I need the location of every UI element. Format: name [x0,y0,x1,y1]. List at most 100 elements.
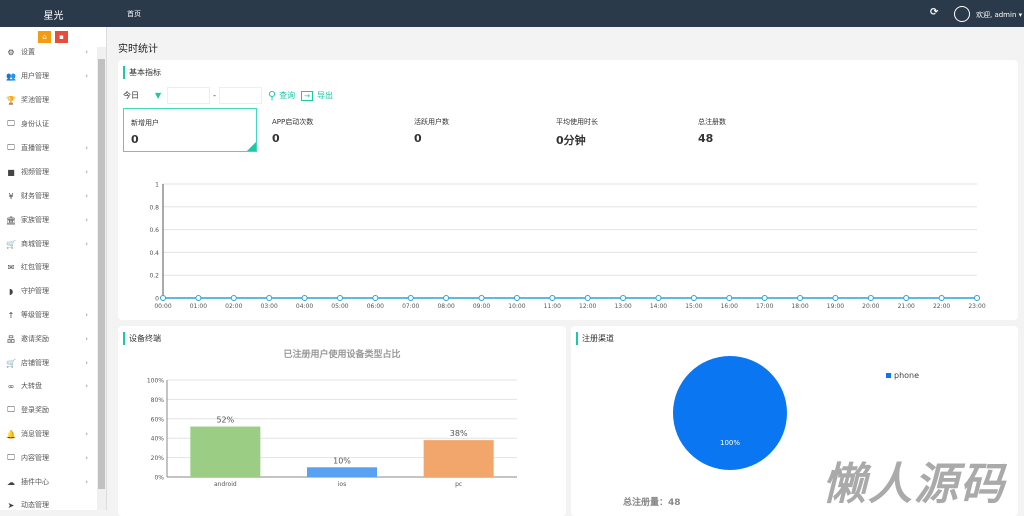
page-title: 实时统计 [118,44,158,55]
menu-icon: 🛒 [6,358,16,368]
x-tick-label: 12:00 [579,303,596,310]
sidebar-item-label: 身份认证 [21,120,49,128]
menu-icon: ■ [7,167,15,177]
x-tick-label: 21:00 [898,303,915,310]
chevron-right-icon: › [85,240,88,248]
menu-icon: 🏛 [5,215,17,225]
total-label: 总注册量： [623,498,669,508]
sidebar-item[interactable]: ¥ 财务管理 › [0,186,96,206]
sidebar-item[interactable]: ↑ 等级管理 › [0,305,96,325]
data-point [407,295,414,301]
sidebar-item-label: 守护管理 [21,287,49,295]
sidebar-item-label: 内容管理 [21,454,49,462]
sidebar-item[interactable]: 🖵 内容管理 › [0,448,96,468]
sidebar-item-label: 等级管理 [21,311,49,319]
data-label: 38% [450,429,468,438]
data-point [513,295,520,301]
data-point [230,295,237,301]
sidebar-item[interactable]: 👥 用户管理 › [0,66,96,86]
data-point [266,295,273,301]
sidebar-item-label: 财务管理 [21,192,49,200]
menu-icon: 🏆 [6,95,16,105]
watermark: 懒人源码 [822,459,1006,510]
sidebar-scrollbar[interactable] [97,47,106,510]
x-tick-label: ios [338,481,346,488]
x-tick-label: 09:00 [473,303,490,310]
sidebar-item[interactable]: ☁ 插件中心 › [0,472,96,492]
y-tick-label: 100% [147,378,164,385]
data-point [690,295,697,301]
chevron-right-icon: › [85,311,88,319]
data-point [584,295,591,301]
y-tick-label: 80% [151,397,165,404]
legend-swatch [886,373,891,378]
sidebar-item-label: 红包管理 [21,263,49,271]
home-tab[interactable]: 首页 [127,9,141,19]
data-point [903,295,910,301]
x-tick-label: 11:00 [544,303,561,310]
x-tick-label: 06:00 [367,303,384,310]
x-tick-label: 22:00 [933,303,950,310]
sidebar-item[interactable]: 🔔 消息管理 › [0,424,96,444]
sidebar-item-label: 家族管理 [21,216,49,224]
bar [423,440,494,477]
x-tick-label: android [214,481,237,488]
chevron-right-icon: › [85,454,88,462]
data-label: 52% [216,416,234,425]
sidebar-item[interactable]: 🖵 直播管理 › [0,138,96,158]
x-tick-label: 03:00 [261,303,278,310]
y-tick-label: 1 [155,182,159,189]
menu-icon: ¥ [8,191,14,201]
chevron-right-icon: › [85,144,88,152]
x-tick-label: 00:00 [154,303,171,310]
data-point [195,295,202,301]
sidebar-item-label: 直播管理 [21,144,49,152]
scrollbar-thumb[interactable] [98,59,105,489]
sidebar-item-label: 登录奖励 [21,406,49,414]
brand-logo: 星光 [43,11,64,22]
sidebar-item[interactable]: ■ 视频管理 › [0,162,96,182]
refresh-icon[interactable]: ⟳ [930,7,938,18]
chevron-right-icon: › [85,382,88,390]
data-point [443,295,450,301]
sidebar-item[interactable]: 🛒 商城管理 › [0,234,96,254]
user-menu[interactable]: 欢迎, admin ▾ [976,10,1022,20]
chevron-right-icon: › [85,48,88,56]
sidebar-item[interactable]: ✉ 红包管理 [0,257,96,277]
hourly-line-chart: 0 0.2 0.4 0.6 0.8 1 00:00 01:00 02:00 03:00 04:00 0… [149,182,985,311]
slice-label: 100% [720,439,740,447]
sidebar-item-label: 店铺管理 [21,359,49,367]
sidebar-item[interactable]: 🏆 奖池管理 [0,90,96,110]
menu-icon: 👥 [6,71,16,81]
y-tick-label: 0.4 [149,250,159,257]
y-tick-label: 0.6 [149,227,159,234]
x-tick-label: 01:00 [190,303,207,310]
total-registrations: 总注册量：48 [623,495,681,508]
sidebar-item[interactable]: 🖵 登录奖励 [0,400,96,420]
sidebar-item[interactable]: ➤ 动态管理 [0,495,96,515]
menu-icon: ⚙ [7,47,15,57]
sidebar-item-label: 消息管理 [21,430,49,438]
sidebar-item-label: 用户管理 [21,72,49,80]
data-point [974,295,980,301]
data-point [301,295,308,301]
data-point [655,295,662,301]
x-tick-label: 23:00 [968,303,985,310]
avatar[interactable] [954,6,970,22]
sidebar-item[interactable]: 🖵 身份认证 [0,114,96,134]
sidebar-item[interactable]: 🏛 家族管理 › [0,210,96,230]
sidebar-item[interactable]: 🛒 店铺管理 › [0,353,96,373]
sidebar-item[interactable]: ⚙ 设置 › [0,42,96,62]
sidebar-item[interactable]: ∞ 大转盘 › [0,376,96,396]
chevron-right-icon: › [85,72,88,80]
device-bar-chart: 已注册用户使用设备类型占比 0% 20% 40% 60% 80% 100% 52% androi… [147,348,517,488]
y-tick-label: 20% [151,455,165,462]
sidebar-item[interactable]: 品邀请奖励 › [0,329,96,349]
data-point [549,295,556,301]
sidebar-item[interactable]: ◗ 守护管理 [0,281,96,301]
chevron-right-icon: › [85,335,88,343]
chevron-right-icon: › [85,168,88,176]
chevron-right-icon: › [85,478,88,486]
bar [190,426,261,477]
menu-icon: ◗ [8,286,14,296]
